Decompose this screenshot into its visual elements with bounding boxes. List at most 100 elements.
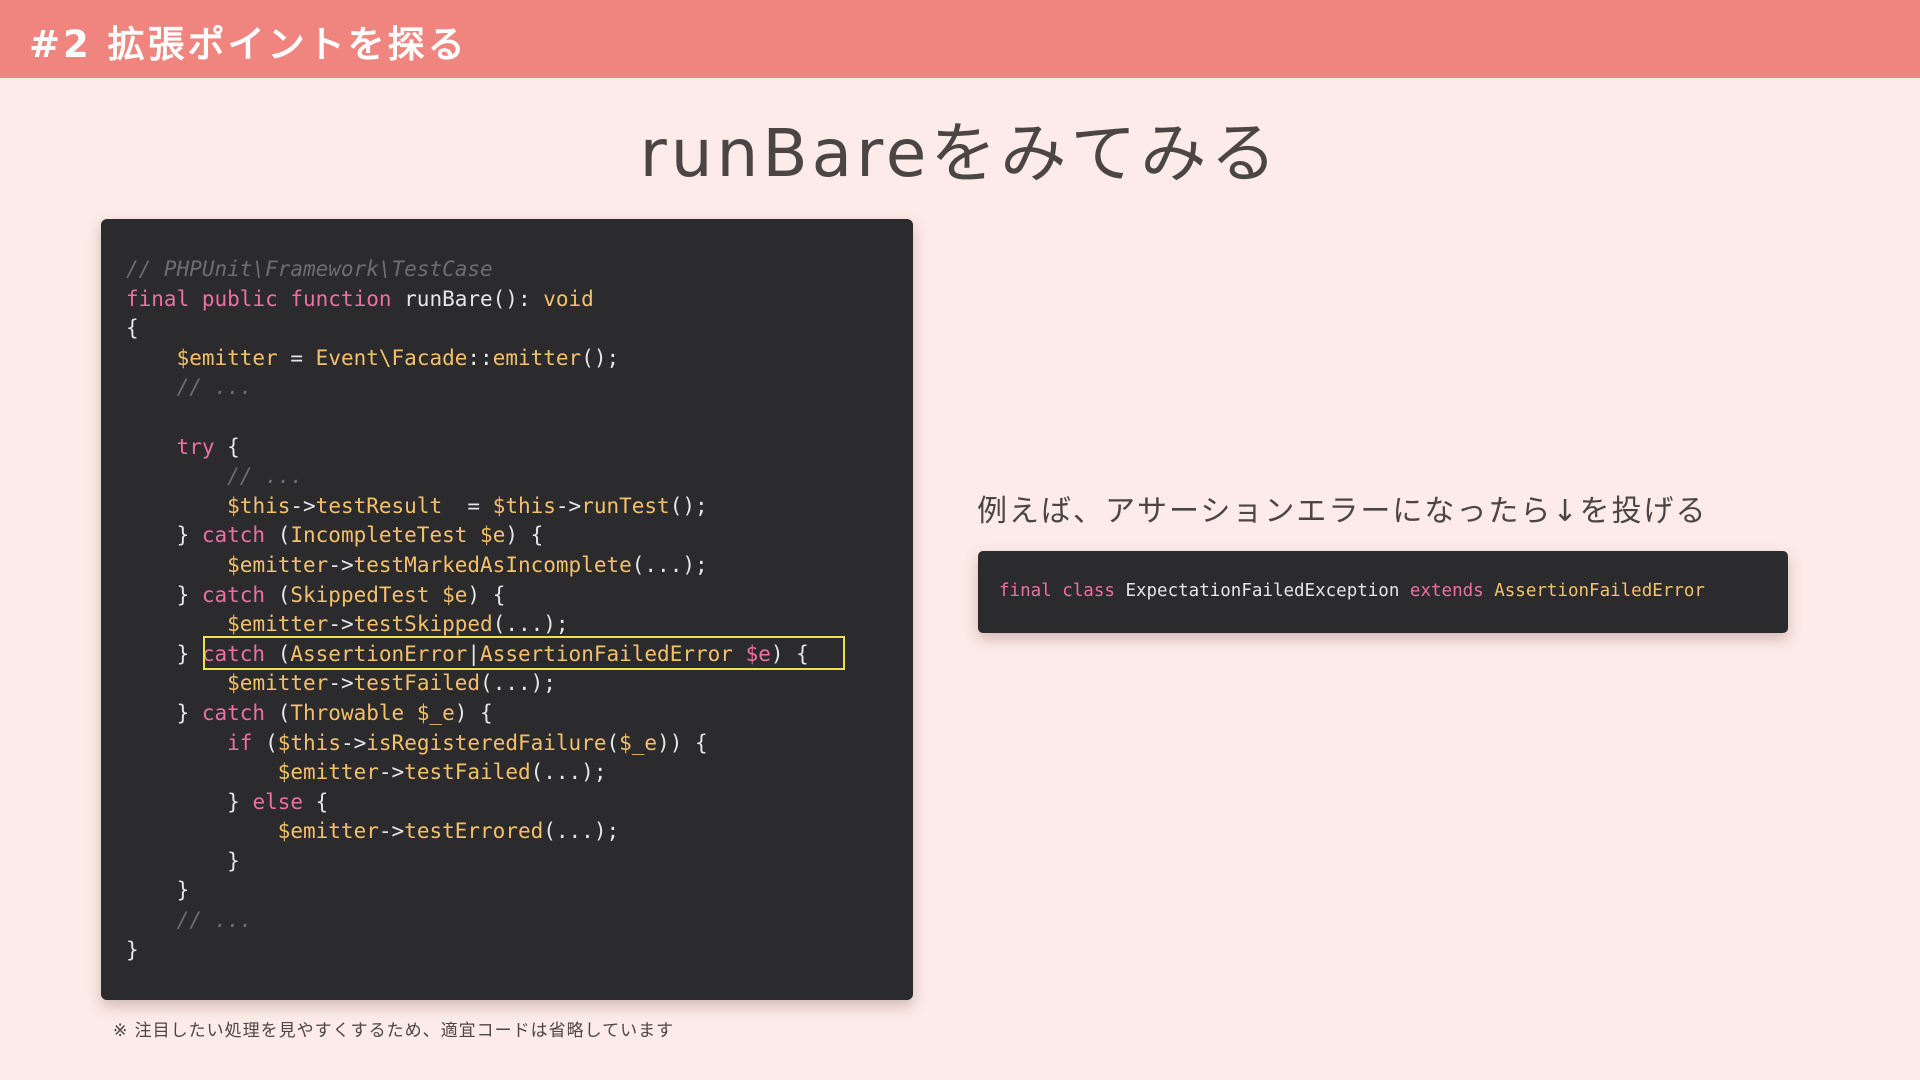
code-token: IncompleteTest: [290, 523, 468, 548]
explanation-text: 例えば、アサーションエラーになったら↓を投げる: [977, 494, 1708, 529]
code-token: {: [126, 316, 139, 341]
code-token: // PHPUnit\Framework\TestCase: [126, 257, 493, 281]
code-block: // PHPUnit\Framework\TestCase final publi…: [126, 255, 809, 965]
code-token: void: [543, 286, 594, 311]
code-line: final public function runBare(): void: [126, 285, 809, 315]
code-token: =: [442, 493, 493, 518]
code-token: (: [265, 582, 291, 607]
code-token: ::: [467, 345, 493, 370]
code-token: ();: [669, 493, 708, 518]
code-token: extends: [1409, 581, 1495, 601]
code-token: $emitter: [227, 612, 329, 637]
code-token: ->: [290, 493, 316, 518]
code-line: try {: [126, 433, 809, 463]
code-token: }: [126, 523, 202, 548]
code-line: // ...: [126, 906, 809, 936]
code-token: final class: [999, 581, 1126, 601]
code-token: isRegisteredFailure: [366, 730, 607, 755]
code-token: catch: [201, 523, 266, 548]
code-token: $e: [745, 641, 771, 666]
code-token: $emitter: [277, 760, 379, 785]
code-token: (...);: [631, 552, 708, 577]
code-token: }: [126, 582, 202, 607]
code-token: testFailed: [404, 760, 531, 785]
code-line: $emitter->testSkipped(...);: [126, 610, 809, 640]
code-token: // ...: [227, 464, 304, 489]
code-token: catch: [201, 582, 266, 607]
code-token: $_e: [619, 730, 658, 755]
code-token: (...);: [492, 612, 569, 637]
code-token: AssertionFailedError: [480, 641, 733, 666]
code-token: }: [126, 848, 240, 873]
code-token: testErrored: [404, 819, 544, 844]
code-token: catch: [201, 641, 266, 666]
code-token: }: [126, 789, 253, 814]
code-token: $this: [227, 493, 291, 518]
code-line: $this->testResult = $this->runTest();: [126, 492, 809, 522]
code-token: }: [126, 878, 190, 903]
code-token: ExpectationFailedException: [1125, 581, 1410, 601]
code-token: ) {: [770, 641, 809, 666]
code-token: (: [265, 641, 291, 666]
code-line: }: [126, 847, 809, 877]
code-token: $emitter: [277, 819, 379, 844]
code-line: } else {: [126, 788, 809, 818]
header-bar: #2 拡張ポイントを探る: [0, 0, 1920, 78]
code-token: // ...: [176, 908, 253, 933]
code-line: // ...: [126, 462, 809, 492]
code-token: ) {: [454, 700, 493, 725]
header-title: #2 拡張ポイントを探る: [29, 23, 468, 66]
code-token: catch: [201, 700, 266, 725]
code-token: else: [252, 789, 304, 814]
code-token: $e: [442, 582, 468, 607]
code-token: }: [126, 700, 202, 725]
code-token: // ...: [176, 375, 253, 400]
code-token: try: [176, 434, 215, 459]
code-token: ();: [581, 345, 620, 370]
code-token: ->: [340, 730, 367, 755]
code-line: $emitter->testFailed(...);: [126, 669, 809, 699]
code-token: SkippedTest: [290, 582, 430, 607]
code-token: (: [265, 523, 291, 548]
code-line: $emitter->testErrored(...);: [126, 817, 809, 847]
code-line: {: [126, 314, 809, 344]
code-token: |: [467, 641, 481, 666]
code-token: (...);: [543, 819, 620, 844]
code-token: ->: [328, 552, 354, 577]
code-token: (: [252, 730, 278, 755]
exception-code-block: final class ExpectationFailedException e…: [999, 579, 1705, 609]
code-token: Event\Facade: [315, 345, 468, 370]
code-line: // PHPUnit\Framework\TestCase: [126, 255, 809, 285]
footnote: ※ 注目したい処理を見やすくするため、適宜コードは省略しています: [113, 1021, 675, 1041]
code-line: if ($this->isRegisteredFailure($_e)) {: [126, 729, 809, 759]
code-token: testResult: [315, 493, 443, 518]
code-token: ->: [328, 671, 354, 696]
code-line: }: [126, 876, 809, 906]
code-token: $emitter: [176, 345, 278, 370]
code-token: )) {: [657, 730, 708, 755]
code-token: ) {: [505, 523, 544, 548]
code-line: } catch (IncompleteTest $e) {: [126, 521, 809, 551]
exception-code-panel: final class ExpectationFailedException e…: [978, 551, 1788, 633]
code-token: $e: [480, 523, 506, 548]
code-token: {: [214, 434, 240, 459]
code-token: if: [227, 730, 253, 755]
code-token: $emitter: [227, 552, 329, 577]
code-token: testMarkedAsIncomplete: [353, 552, 632, 577]
code-token: $_e: [416, 700, 455, 725]
code-token: ->: [555, 493, 582, 518]
code-line: } catch (AssertionError|AssertionFailedE…: [126, 640, 809, 670]
code-token: final public function: [126, 286, 405, 311]
